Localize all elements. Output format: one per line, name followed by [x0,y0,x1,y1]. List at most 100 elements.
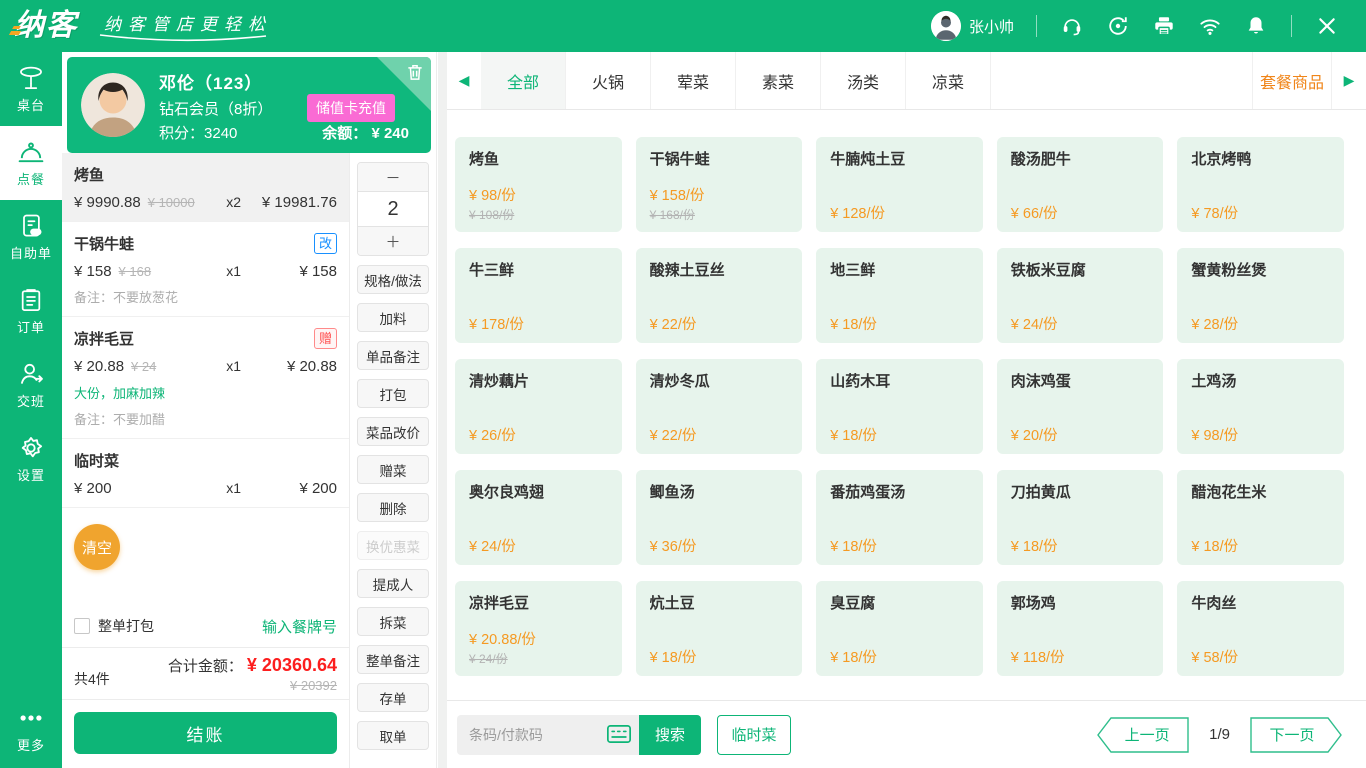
menu-item-card[interactable]: 鲫鱼汤¥ 36/份 [636,470,803,565]
category-tab[interactable]: 火锅 [566,52,651,109]
menu-item-card[interactable]: 干锅牛蛙¥ 158/份¥ 168/份 [636,137,803,232]
qty-plus-button[interactable]: ＋ [358,226,428,255]
order-list-icon [17,286,45,314]
action-button[interactable]: 赠菜 [357,455,429,484]
menu-item-price: ¥ 36/份 [650,535,789,556]
service-icon[interactable] [1060,14,1084,38]
action-button[interactable]: 加料 [357,303,429,332]
qty-value: 2 [358,192,428,226]
sidebar-item-orders[interactable]: 订单 [0,274,62,348]
menu-item-card[interactable]: 凉拌毛豆¥ 20.88/份¥ 24/份 [455,581,622,676]
menu-item-card[interactable]: 臭豆腐¥ 18/份 [816,581,983,676]
category-tab[interactable]: 全部 [481,52,566,109]
order-item-original-price: ¥ 168 [119,264,152,279]
category-tab[interactable]: 素菜 [736,52,821,109]
action-button[interactable]: 提成人 [357,569,429,598]
order-item-qty: x1 [226,358,241,374]
keyboard-icon[interactable] [607,725,631,744]
menu-item-card[interactable]: 酸汤肥牛¥ 66/份 [997,137,1164,232]
tabs-scroll-right-icon[interactable]: ▶ [1332,52,1366,109]
menu-item-price: ¥ 66/份 [1011,202,1150,223]
action-button[interactable]: 取单 [357,721,429,750]
bell-icon[interactable] [1244,14,1268,38]
menu-item-card[interactable]: 醋泡花生米¥ 18/份 [1177,470,1344,565]
qty-minus-button[interactable]: － [358,163,428,192]
search-button[interactable]: 搜索 [639,715,701,755]
menu-item-card[interactable]: 清炒冬瓜¥ 22/份 [636,359,803,454]
action-button[interactable]: 菜品改价 [357,417,429,446]
tab-combo-products[interactable]: 套餐商品 [1252,52,1332,109]
user-avatar[interactable] [931,11,961,41]
menu-item-name: 铁板米豆腐 [1011,259,1150,280]
menu-item-card[interactable]: 山药木耳¥ 18/份 [816,359,983,454]
tabs-scroll-left-icon[interactable]: ◀ [447,52,481,109]
quantity-stepper: － 2 ＋ [357,162,429,256]
category-tab[interactable]: 凉菜 [906,52,991,109]
order-item[interactable]: 临时菜¥ 200x1¥ 200 [62,439,349,508]
action-button[interactable]: 拆菜 [357,607,429,636]
clear-order-button[interactable]: 清空 [74,524,120,570]
divider [1036,15,1037,37]
menu-item-card[interactable]: 牛腩炖土豆¥ 128/份 [816,137,983,232]
order-item[interactable]: 干锅牛蛙改¥ 158¥ 168x1¥ 158备注：不要放葱花 [62,222,349,317]
menu-item-price: ¥ 128/份 [830,202,969,223]
menu-item-card[interactable]: 地三鲜¥ 18/份 [816,248,983,343]
menu-item-name: 奥尔良鸡翅 [469,481,608,502]
sidebar-item-ordering[interactable]: 点餐 [0,126,62,200]
order-item[interactable]: 凉拌毛豆赠¥ 20.88¥ 24x1¥ 20.88大份，加麻加辣备注：不要加醋 [62,317,349,439]
menu-item-price: ¥ 20/份 [1011,424,1150,445]
sync-icon[interactable] [1106,14,1130,38]
menu-item-price: ¥ 158/份 [650,184,789,205]
order-item-original-price: ¥ 10000 [148,195,195,210]
action-button[interactable]: 删除 [357,493,429,522]
sidebar-item-tables[interactable]: 桌台 [0,52,62,126]
wifi-icon[interactable] [1198,14,1222,38]
menu-item-card[interactable]: 炕土豆¥ 18/份 [636,581,803,676]
menu-item-card[interactable]: 北京烤鸭¥ 78/份 [1177,137,1344,232]
trash-icon[interactable] [405,62,425,82]
sidebar-item-label: 交班 [17,391,45,410]
temp-dish-button[interactable]: 临时菜 [717,715,791,755]
menu-item-card[interactable]: 蟹黄粉丝煲¥ 28/份 [1177,248,1344,343]
pack-all-checkbox[interactable] [74,618,90,634]
action-button[interactable]: 存单 [357,683,429,712]
menu-item-card[interactable]: 番茄鸡蛋汤¥ 18/份 [816,470,983,565]
sidebar: 桌台点餐自助单订单交班设置更多 [0,52,62,768]
menu-item-card[interactable]: 奥尔良鸡翅¥ 24/份 [455,470,622,565]
action-button[interactable]: 单品备注 [357,341,429,370]
table-tag-link[interactable]: 输入餐牌号 [262,616,337,637]
category-tab[interactable]: 汤类 [821,52,906,109]
order-item-note: 备注：不要加醋 [74,409,337,428]
menu-item-name: 地三鲜 [830,259,969,280]
member-avatar [81,73,145,137]
menu-item-original-price: ¥ 24/份 [469,650,608,667]
prev-page-button[interactable]: 上一页 [1097,717,1189,753]
checkout-button[interactable]: 结账 [74,712,337,754]
menu-item-card[interactable]: 郭场鸡¥ 118/份 [997,581,1164,676]
sidebar-item-more[interactable]: 更多 [0,690,62,768]
menu-item-card[interactable]: 铁板米豆腐¥ 24/份 [997,248,1164,343]
action-button[interactable]: 规格/做法 [357,265,429,294]
menu-item-card[interactable]: 刀拍黄瓜¥ 18/份 [997,470,1164,565]
category-tab[interactable]: 荤菜 [651,52,736,109]
sidebar-item-settings[interactable]: 设置 [0,422,62,496]
menu-item-card[interactable]: 烤鱼¥ 98/份¥ 108/份 [455,137,622,232]
menu-item-card[interactable]: 酸辣土豆丝¥ 22/份 [636,248,803,343]
menu-item-card[interactable]: 牛肉丝¥ 58/份 [1177,581,1344,676]
sidebar-item-shift[interactable]: 交班 [0,348,62,422]
action-button[interactable]: 整单备注 [357,645,429,674]
next-page-button[interactable]: 下一页 [1250,717,1342,753]
menu-item-card[interactable]: 清炒藕片¥ 26/份 [455,359,622,454]
order-item[interactable]: 烤鱼¥ 9990.88¥ 10000x2¥ 19981.76 [62,153,349,222]
menu-item-card[interactable]: 土鸡汤¥ 98/份 [1177,359,1344,454]
action-button[interactable]: 打包 [357,379,429,408]
printer-icon[interactable] [1152,14,1176,38]
bottom-bar: 搜索 临时菜 上一页 1/9 下一页 [447,700,1366,768]
sidebar-item-self-order[interactable]: 自助单 [0,200,62,274]
menu-item-card[interactable]: 肉沫鸡蛋¥ 20/份 [997,359,1164,454]
order-list-column: 烤鱼¥ 9990.88¥ 10000x2¥ 19981.76干锅牛蛙改¥ 158… [62,153,350,768]
menu-item-card[interactable]: 牛三鲜¥ 178/份 [455,248,622,343]
menu-item-name: 臭豆腐 [830,592,969,613]
menu-item-price: ¥ 118/份 [1011,646,1150,667]
close-icon[interactable] [1315,14,1339,38]
